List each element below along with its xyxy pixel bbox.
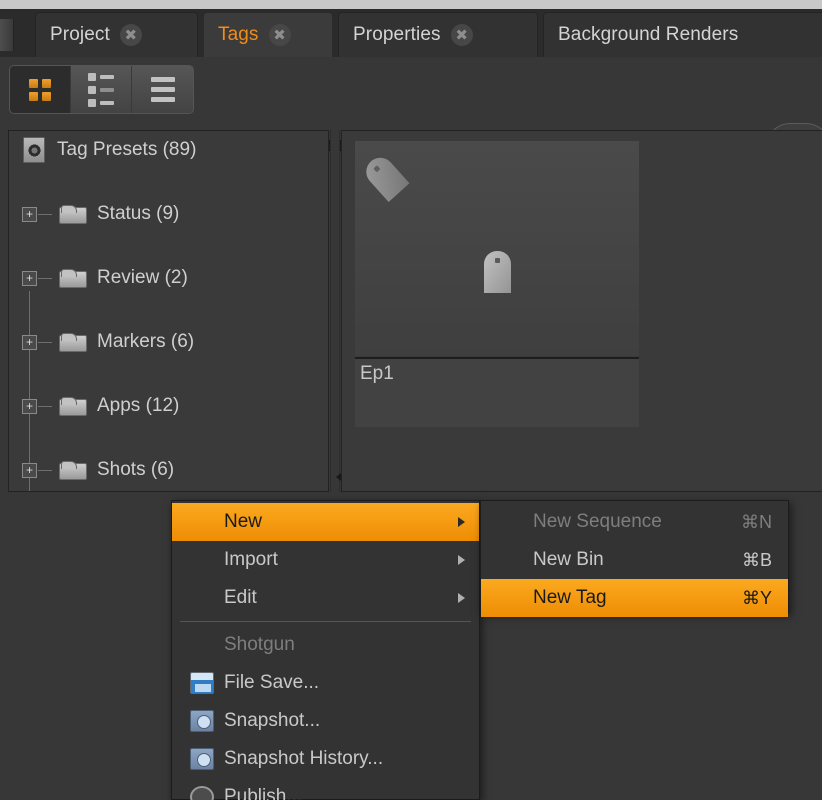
tab-project[interactable]: Project ✖: [35, 12, 198, 57]
tab-label: Project: [50, 24, 110, 45]
menu-item-publish[interactable]: Publish...: [172, 778, 479, 800]
panel-splitter[interactable]: [330, 130, 340, 492]
menu-item-label: New Bin: [533, 549, 604, 570]
list-view-button[interactable]: [132, 66, 193, 113]
folder-icon: [59, 460, 87, 480]
menu-item-new-tag[interactable]: New Tag ⌘Y: [481, 579, 788, 617]
tree-connector: [38, 277, 52, 279]
expand-toggle[interactable]: +: [22, 398, 37, 414]
snapshot-history-icon: [190, 748, 214, 770]
menu-item-label: File Save...: [224, 672, 320, 693]
tab-label: Background Renders: [558, 24, 739, 45]
menu-item-shortcut: ⌘Y: [741, 587, 772, 608]
expand-toggle[interactable]: +: [22, 334, 37, 350]
submenu-arrow-icon: [458, 593, 465, 603]
menu-item-shotgun: Shotgun: [172, 626, 479, 664]
publish-icon: [190, 786, 214, 800]
tab-label: Tags: [218, 24, 259, 45]
tag-icon: [484, 251, 511, 293]
grid-icon: [29, 78, 51, 101]
tree-item-label: Shots (6): [97, 459, 175, 480]
submenu-arrow-icon: [458, 555, 465, 565]
menu-item-shortcut: ⌘N: [741, 511, 772, 532]
close-icon[interactable]: ✖: [119, 24, 142, 46]
new-submenu[interactable]: New Sequence ⌘N New Bin ⌘B New Tag ⌘Y: [480, 500, 789, 617]
tree-item-label: Status (9): [97, 203, 180, 224]
tab-background-renders[interactable]: Background Renders: [543, 12, 822, 57]
snapshot-icon: [190, 710, 214, 732]
document-icon: [23, 137, 45, 163]
menu-item-label: New Sequence: [533, 511, 662, 532]
tag-icon: [360, 152, 410, 202]
tree-item-label: Review (2): [97, 267, 188, 288]
folder-icon: [59, 332, 87, 352]
folder-icon: [59, 204, 87, 224]
tree-item-review[interactable]: + Review (2): [9, 262, 328, 294]
menu-item-import[interactable]: Import: [172, 541, 479, 579]
view-mode-group: [9, 65, 194, 114]
tree-item-markers[interactable]: + Markers (6): [9, 326, 328, 358]
thumbnail-metadata: Ep1: [355, 357, 639, 427]
close-icon[interactable]: ✖: [268, 24, 291, 46]
thumbnail-view-button[interactable]: [10, 66, 71, 113]
tree-item-apps[interactable]: + Apps (12): [9, 390, 328, 422]
menu-item-new-bin[interactable]: New Bin ⌘B: [481, 541, 788, 579]
tab-label: Properties: [353, 24, 441, 45]
tag-browser-panel[interactable]: Ep1: [341, 130, 822, 492]
menu-item-new[interactable]: New: [172, 503, 479, 541]
thumbnail-item-ep1[interactable]: Ep1: [355, 141, 639, 441]
tree-item-label: Apps (12): [97, 395, 180, 416]
tree-item-label: Tag Presets (89): [57, 139, 197, 160]
folder-icon: [59, 268, 87, 288]
menu-item-file-save[interactable]: File Save...: [172, 664, 479, 702]
tree-connector: [38, 213, 52, 215]
tab-bar: Project ✖ Tags ✖ Properties ✖ Background…: [0, 9, 822, 57]
menu-item-label: New: [224, 511, 263, 532]
file-save-icon: [190, 672, 214, 694]
menu-item-edit[interactable]: Edit: [172, 579, 479, 617]
context-menu[interactable]: New Import Edit Shotgun File Save... Sna…: [171, 500, 480, 800]
window-title-strip: [0, 0, 822, 9]
menu-item-snapshot-history[interactable]: Snapshot History...: [172, 740, 479, 778]
expand-toggle[interactable]: +: [22, 462, 37, 478]
tree-item-tag-presets[interactable]: Tag Presets (89): [9, 134, 328, 166]
menu-separator: [180, 621, 471, 622]
tab-tags[interactable]: Tags ✖: [203, 12, 333, 57]
tag-tree-panel[interactable]: Tag Presets (89) + Status (9) + Review (…: [8, 130, 329, 492]
expand-toggle[interactable]: +: [22, 206, 37, 222]
menu-item-label: Publish...: [224, 786, 303, 800]
thumbnail-image: [355, 141, 639, 356]
thumbnail-label: Ep1: [360, 363, 394, 384]
menu-item-label: New Tag: [533, 587, 607, 608]
tags-panel-window: Project ✖ Tags ✖ Properties ✖ Background…: [0, 0, 822, 800]
tree-item-status[interactable]: + Status (9): [9, 198, 328, 230]
menu-item-label: Import: [224, 549, 278, 570]
folder-icon: [59, 396, 87, 416]
menu-item-label: Shotgun: [224, 634, 295, 655]
menu-item-new-sequence: New Sequence ⌘N: [481, 503, 788, 541]
expand-toggle[interactable]: +: [22, 270, 37, 286]
menu-item-label: Edit: [224, 587, 257, 608]
tree-connector: [38, 341, 52, 343]
panel-drag-grip[interactable]: [0, 19, 14, 51]
tree-connector: [38, 405, 52, 407]
menu-item-label: Snapshot History...: [224, 748, 384, 769]
tree-connector: [38, 469, 52, 471]
tree-item-shots[interactable]: + Shots (6): [9, 454, 328, 486]
toolbar: [0, 57, 822, 172]
menu-item-label: Snapshot...: [224, 710, 321, 731]
close-icon[interactable]: ✖: [450, 24, 473, 46]
detail-list-view-button[interactable]: [71, 66, 132, 113]
detail-list-icon: [88, 72, 114, 107]
submenu-arrow-icon: [458, 517, 465, 527]
menu-item-shortcut: ⌘B: [741, 549, 772, 570]
tree-item-label: Markers (6): [97, 331, 195, 352]
list-icon: [150, 77, 175, 102]
menu-item-snapshot[interactable]: Snapshot...: [172, 702, 479, 740]
tab-properties[interactable]: Properties ✖: [338, 12, 538, 57]
